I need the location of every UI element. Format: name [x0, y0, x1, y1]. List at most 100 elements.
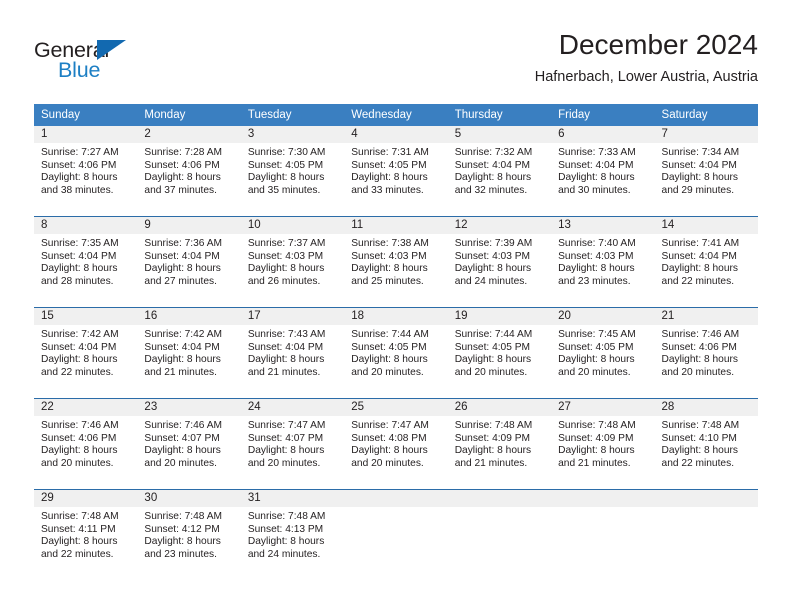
daylight-text-line1: Daylight: 8 hours: [247, 172, 325, 184]
daylight-text-line1: Daylight: 8 hours: [247, 536, 325, 548]
daylight-text-line2: and 37 minutes.: [144, 184, 217, 196]
calendar-day-cell[interactable]: 31 Sunrise: 7:48 AM Sunset: 4:13 PM Dayl…: [240, 489, 345, 580]
sunrise-text: Sunrise: 7:48 AM: [144, 511, 223, 522]
day-details: Sunrise: 7:46 AM Sunset: 4:07 PM Dayligh…: [137, 416, 240, 470]
daylight-text-line2: and 21 minutes.: [247, 366, 321, 378]
calendar-day-cell[interactable]: 25 Sunrise: 7:47 AM Sunset: 4:08 PM Dayl…: [344, 398, 448, 490]
sunrise-text: Sunrise: 7:44 AM: [454, 329, 533, 340]
calendar-week-row: 15 Sunrise: 7:42 AM Sunset: 4:04 PM Dayl…: [34, 307, 758, 399]
calendar-day-cell[interactable]: 7 Sunrise: 7:34 AM Sunset: 4:04 PM Dayli…: [654, 126, 758, 217]
calendar-day-cell[interactable]: 5 Sunrise: 7:32 AM Sunset: 4:04 PM Dayli…: [447, 126, 552, 217]
sunrise-text: Sunrise: 7:46 AM: [144, 420, 223, 431]
calendar-day-cell[interactable]: 11 Sunrise: 7:38 AM Sunset: 4:03 PM Dayl…: [344, 216, 448, 308]
daylight-text-line2: and 26 minutes.: [247, 275, 321, 287]
day-details: Sunrise: 7:36 AM Sunset: 4:04 PM Dayligh…: [137, 234, 240, 288]
day-details: Sunrise: 7:30 AM Sunset: 4:05 PM Dayligh…: [241, 143, 344, 197]
daylight-text-line1: Daylight: 8 hours: [247, 445, 325, 457]
calendar-day-cell[interactable]: 9 Sunrise: 7:36 AM Sunset: 4:04 PM Dayli…: [137, 216, 241, 308]
daylight-text-line1: Daylight: 8 hours: [558, 172, 635, 184]
calendar-day-cell[interactable]: 19 Sunrise: 7:44 AM Sunset: 4:05 PM Dayl…: [447, 307, 552, 399]
sunset-text: Sunset: 4:06 PM: [144, 159, 220, 171]
weekday-header-sunday: Sunday: [34, 104, 138, 126]
day-details: Sunrise: 7:48 AM Sunset: 4:09 PM Dayligh…: [551, 416, 654, 470]
day-details: Sunrise: 7:33 AM Sunset: 4:04 PM Dayligh…: [551, 143, 654, 197]
day-number: 5: [447, 126, 552, 143]
sunrise-text: Sunrise: 7:36 AM: [144, 238, 223, 249]
calendar-week-row: 1 Sunrise: 7:27 AM Sunset: 4:06 PM Dayli…: [34, 126, 758, 217]
calendar-day-cell[interactable]: 4 Sunrise: 7:31 AM Sunset: 4:05 PM Dayli…: [344, 126, 448, 217]
calendar-day-cell[interactable]: 22 Sunrise: 7:46 AM Sunset: 4:06 PM Dayl…: [34, 398, 138, 490]
calendar-day-cell[interactable]: 17 Sunrise: 7:43 AM Sunset: 4:04 PM Dayl…: [240, 307, 345, 399]
daylight-text-line2: and 20 minutes.: [247, 457, 321, 469]
day-details: Sunrise: 7:38 AM Sunset: 4:03 PM Dayligh…: [344, 234, 447, 288]
day-details: Sunrise: 7:44 AM Sunset: 4:05 PM Dayligh…: [448, 325, 551, 379]
daylight-text-line1: Daylight: 8 hours: [558, 263, 635, 275]
calendar-day-cell[interactable]: 15 Sunrise: 7:42 AM Sunset: 4:04 PM Dayl…: [34, 307, 138, 399]
daylight-text-line1: Daylight: 8 hours: [351, 445, 428, 457]
calendar-week-row: 29 Sunrise: 7:48 AM Sunset: 4:11 PM Dayl…: [34, 489, 758, 580]
calendar-page: General Blue December 2024 Hafnerbach, L…: [0, 0, 792, 612]
calendar-day-cell[interactable]: 12 Sunrise: 7:39 AM Sunset: 4:03 PM Dayl…: [447, 216, 552, 308]
sunrise-text: Sunrise: 7:45 AM: [558, 329, 636, 340]
day-details: Sunrise: 7:42 AM Sunset: 4:04 PM Dayligh…: [137, 325, 240, 379]
sunset-text: Sunset: 4:03 PM: [454, 250, 531, 262]
calendar-day-cell[interactable]: 6 Sunrise: 7:33 AM Sunset: 4:04 PM Dayli…: [551, 126, 655, 217]
calendar-day-cell[interactable]: 23 Sunrise: 7:46 AM Sunset: 4:07 PM Dayl…: [137, 398, 241, 490]
day-number: 18: [344, 308, 448, 325]
sunrise-text: Sunrise: 7:34 AM: [661, 147, 740, 158]
calendar-day-cell[interactable]: 20 Sunrise: 7:45 AM Sunset: 4:05 PM Dayl…: [551, 307, 655, 399]
sunset-text: Sunset: 4:06 PM: [661, 341, 737, 353]
calendar-day-cell[interactable]: 14 Sunrise: 7:41 AM Sunset: 4:04 PM Dayl…: [654, 216, 758, 308]
sunrise-text: Sunrise: 7:42 AM: [41, 329, 119, 340]
day-details: Sunrise: 7:37 AM Sunset: 4:03 PM Dayligh…: [241, 234, 344, 288]
calendar-day-cell[interactable]: 16 Sunrise: 7:42 AM Sunset: 4:04 PM Dayl…: [137, 307, 241, 399]
logo-triangle-icon: [97, 40, 126, 60]
day-details: Sunrise: 7:43 AM Sunset: 4:04 PM Dayligh…: [241, 325, 344, 379]
sunset-text: Sunset: 4:13 PM: [247, 523, 324, 535]
sunset-text: Sunset: 4:10 PM: [661, 432, 737, 444]
day-details: Sunrise: 7:40 AM Sunset: 4:03 PM Dayligh…: [551, 234, 654, 288]
calendar-day-cell[interactable]: 1 Sunrise: 7:27 AM Sunset: 4:06 PM Dayli…: [34, 126, 138, 217]
daylight-text-line1: Daylight: 8 hours: [351, 263, 428, 275]
day-number: 2: [137, 126, 241, 143]
calendar-day-cell[interactable]: 21 Sunrise: 7:46 AM Sunset: 4:06 PM Dayl…: [654, 307, 758, 399]
day-number: 28: [654, 399, 758, 416]
sunrise-text: Sunrise: 7:40 AM: [558, 238, 636, 249]
page-header: General Blue December 2024 Hafnerbach, L…: [0, 0, 792, 96]
daylight-text-line2: and 22 minutes.: [661, 275, 735, 287]
calendar-day-cell[interactable]: 28 Sunrise: 7:48 AM Sunset: 4:10 PM Dayl…: [654, 398, 758, 490]
calendar-day-cell[interactable]: 13 Sunrise: 7:40 AM Sunset: 4:03 PM Dayl…: [551, 216, 655, 308]
day-details: Sunrise: 7:46 AM Sunset: 4:06 PM Dayligh…: [34, 416, 137, 470]
calendar-day-cell[interactable]: 8 Sunrise: 7:35 AM Sunset: 4:04 PM Dayli…: [34, 216, 138, 308]
sunrise-text: Sunrise: 7:37 AM: [247, 238, 326, 249]
day-number: 16: [137, 308, 241, 325]
calendar-day-cell[interactable]: 10 Sunrise: 7:37 AM Sunset: 4:03 PM Dayl…: [240, 216, 345, 308]
day-number: 13: [551, 217, 655, 234]
page-title: December 2024: [558, 29, 758, 60]
calendar-day-cell[interactable]: 24 Sunrise: 7:47 AM Sunset: 4:07 PM Dayl…: [240, 398, 345, 490]
day-number: 27: [551, 399, 655, 416]
sunrise-text: Sunrise: 7:41 AM: [661, 238, 740, 249]
daylight-text-line1: Daylight: 8 hours: [144, 263, 221, 275]
sunrise-text: Sunrise: 7:33 AM: [558, 147, 636, 158]
day-number: 17: [240, 308, 345, 325]
day-details: Sunrise: 7:31 AM Sunset: 4:05 PM Dayligh…: [344, 143, 447, 197]
daylight-text-line2: and 28 minutes.: [41, 275, 114, 287]
calendar-day-cell[interactable]: 26 Sunrise: 7:48 AM Sunset: 4:09 PM Dayl…: [447, 398, 552, 490]
daylight-text-line2: and 30 minutes.: [558, 184, 631, 196]
calendar-day-cell[interactable]: 30 Sunrise: 7:48 AM Sunset: 4:12 PM Dayl…: [137, 489, 241, 580]
day-number: 31: [240, 490, 345, 507]
calendar-day-cell[interactable]: 2 Sunrise: 7:28 AM Sunset: 4:06 PM Dayli…: [137, 126, 241, 217]
day-details: Sunrise: 7:45 AM Sunset: 4:05 PM Dayligh…: [551, 325, 654, 379]
calendar-day-cell[interactable]: 27 Sunrise: 7:48 AM Sunset: 4:09 PM Dayl…: [551, 398, 655, 490]
calendar-day-cell[interactable]: 29 Sunrise: 7:48 AM Sunset: 4:11 PM Dayl…: [34, 489, 138, 580]
calendar-day-cell[interactable]: 3 Sunrise: 7:30 AM Sunset: 4:05 PM Dayli…: [240, 126, 345, 217]
calendar-day-cell-empty: [344, 489, 448, 580]
daylight-text-line2: and 20 minutes.: [144, 457, 217, 469]
calendar-day-cell[interactable]: 18 Sunrise: 7:44 AM Sunset: 4:05 PM Dayl…: [344, 307, 448, 399]
daylight-text-line1: Daylight: 8 hours: [41, 354, 118, 366]
sunrise-text: Sunrise: 7:28 AM: [144, 147, 223, 158]
day-details: Sunrise: 7:42 AM Sunset: 4:04 PM Dayligh…: [34, 325, 137, 379]
day-number: 21: [654, 308, 758, 325]
daylight-text-line2: and 24 minutes.: [247, 548, 321, 560]
